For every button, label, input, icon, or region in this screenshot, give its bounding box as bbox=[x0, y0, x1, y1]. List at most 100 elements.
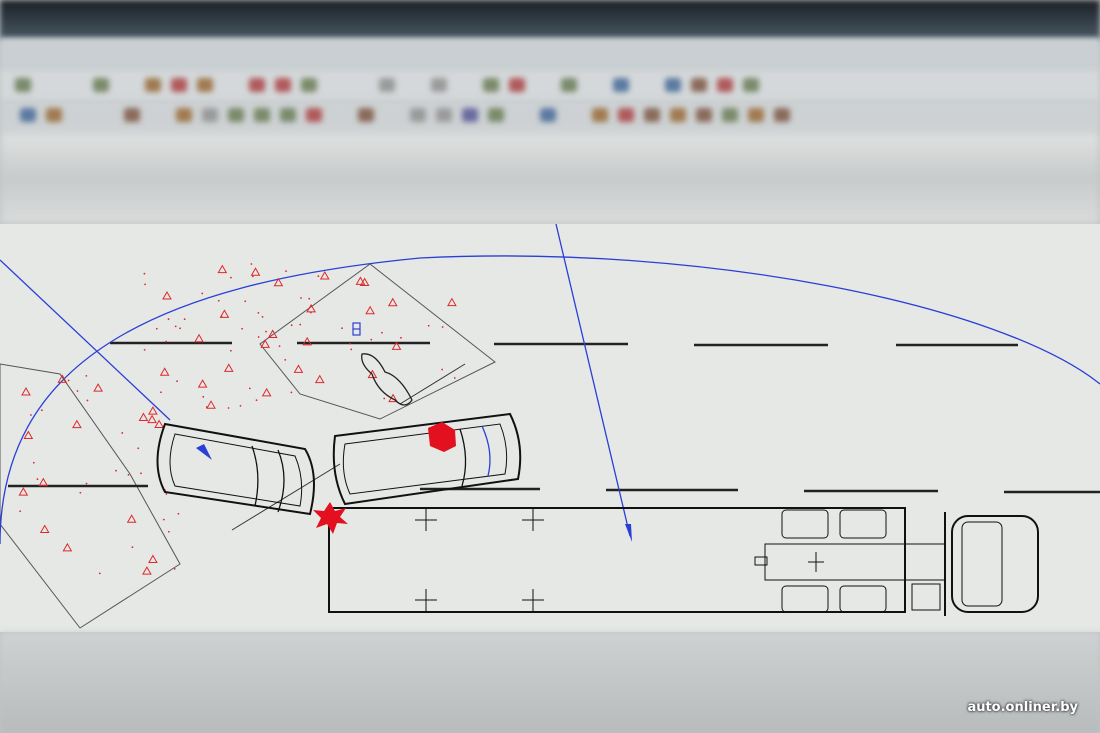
toolbar-button[interactable] bbox=[696, 108, 712, 122]
toolbar-button[interactable] bbox=[462, 108, 478, 122]
debris-dot bbox=[115, 469, 117, 472]
toolbar-button[interactable] bbox=[540, 108, 556, 122]
toolbar-button[interactable] bbox=[145, 78, 161, 92]
toolbar-button[interactable] bbox=[488, 108, 504, 122]
debris-dot bbox=[299, 323, 302, 326]
debris-dot bbox=[284, 358, 287, 361]
debris-dot bbox=[167, 318, 170, 320]
toolbar-button[interactable] bbox=[124, 108, 140, 122]
debris-dot bbox=[310, 311, 312, 314]
toolbar-button[interactable] bbox=[717, 78, 733, 92]
toolbar-button[interactable] bbox=[592, 108, 608, 122]
debris-dot bbox=[278, 345, 281, 348]
debris-dot bbox=[441, 368, 444, 371]
toolbar-button[interactable] bbox=[301, 78, 317, 92]
toolbar-button[interactable] bbox=[254, 108, 270, 122]
status-bar bbox=[0, 632, 1100, 733]
debris-dot bbox=[202, 395, 205, 398]
debris-dot bbox=[265, 330, 267, 333]
toolbar-button[interactable] bbox=[613, 78, 629, 92]
debris-dot bbox=[251, 275, 254, 278]
properties-panel bbox=[0, 132, 1100, 224]
toolbar-button[interactable] bbox=[249, 78, 265, 92]
debris-dot bbox=[290, 391, 293, 394]
toolbar-button[interactable] bbox=[509, 78, 525, 92]
debris-dot bbox=[98, 572, 101, 575]
debris-dot bbox=[173, 568, 176, 570]
debris-dot bbox=[19, 510, 22, 513]
toolbar-button[interactable] bbox=[228, 108, 244, 122]
toolbar-button[interactable] bbox=[171, 78, 187, 92]
toolbar-button[interactable] bbox=[665, 78, 681, 92]
debris-dot bbox=[341, 327, 343, 330]
debris-dot bbox=[244, 300, 247, 303]
debris-dot bbox=[317, 275, 320, 278]
debris-dot bbox=[167, 530, 170, 533]
debris-dot bbox=[241, 327, 243, 330]
debris-dot bbox=[261, 315, 264, 318]
debris-dot bbox=[248, 387, 251, 390]
toolbar-button[interactable] bbox=[93, 78, 109, 92]
toolbar-button[interactable] bbox=[275, 78, 291, 92]
debris-dot bbox=[76, 390, 79, 392]
debris-dot bbox=[137, 447, 140, 450]
debris-dot bbox=[36, 478, 39, 481]
debris-dot bbox=[174, 325, 177, 328]
toolbar-primary bbox=[0, 70, 1100, 102]
toolbar-button[interactable] bbox=[15, 78, 31, 92]
toolbar-button[interactable] bbox=[691, 78, 707, 92]
debris-dot bbox=[85, 482, 88, 485]
debris-dot bbox=[144, 283, 147, 286]
toolbar-button[interactable] bbox=[483, 78, 499, 92]
toolbar-button[interactable] bbox=[670, 108, 686, 122]
debris-dot bbox=[230, 276, 232, 279]
toolbar-button[interactable] bbox=[561, 78, 577, 92]
debris-dot bbox=[220, 315, 223, 318]
debris-dot bbox=[160, 391, 162, 394]
debris-dot bbox=[140, 472, 142, 475]
debris-dot bbox=[290, 324, 293, 327]
toolbar-button[interactable] bbox=[176, 108, 192, 122]
debris-dot bbox=[229, 349, 232, 352]
debris-dot bbox=[67, 379, 70, 382]
toolbar-button[interactable] bbox=[410, 108, 426, 122]
debris-dot bbox=[453, 377, 456, 379]
debris-dot bbox=[370, 338, 373, 341]
toolbar-button[interactable] bbox=[280, 108, 296, 122]
toolbar-button[interactable] bbox=[644, 108, 660, 122]
debris-dot bbox=[121, 432, 124, 434]
canvas-background bbox=[0, 224, 1100, 632]
toolbar-button[interactable] bbox=[197, 78, 213, 92]
debris-dot bbox=[155, 327, 158, 330]
debris-dot bbox=[127, 473, 130, 476]
debris-dot bbox=[165, 340, 168, 343]
debris-dot bbox=[30, 414, 32, 416]
window-titlebar bbox=[0, 0, 1100, 40]
toolbar-button[interactable] bbox=[722, 108, 738, 122]
toolbar-button[interactable] bbox=[618, 108, 634, 122]
toolbar-button[interactable] bbox=[748, 108, 764, 122]
debris-dot bbox=[32, 461, 35, 464]
toolbar-button[interactable] bbox=[20, 108, 36, 122]
toolbar-button[interactable] bbox=[743, 78, 759, 92]
toolbar-button[interactable] bbox=[202, 108, 218, 122]
drawing-canvas[interactable] bbox=[0, 224, 1100, 632]
debris-dot bbox=[217, 299, 220, 302]
debris-dot bbox=[227, 407, 230, 409]
debris-dot bbox=[400, 336, 402, 339]
debris-dot bbox=[205, 406, 208, 408]
toolbar-button[interactable] bbox=[306, 108, 322, 122]
toolbar-button[interactable] bbox=[379, 78, 395, 92]
debris-dot bbox=[176, 380, 178, 383]
debris-dot bbox=[250, 263, 253, 265]
toolbar-button[interactable] bbox=[46, 108, 62, 122]
toolbar-button[interactable] bbox=[358, 108, 374, 122]
debris-dot bbox=[201, 292, 204, 295]
debris-dot bbox=[255, 399, 258, 402]
toolbar-button[interactable] bbox=[436, 108, 452, 122]
debris-dot bbox=[427, 324, 430, 327]
debris-dot bbox=[350, 348, 353, 351]
toolbar-button[interactable] bbox=[431, 78, 447, 92]
toolbar-button[interactable] bbox=[774, 108, 790, 122]
debris-dot bbox=[257, 336, 260, 338]
